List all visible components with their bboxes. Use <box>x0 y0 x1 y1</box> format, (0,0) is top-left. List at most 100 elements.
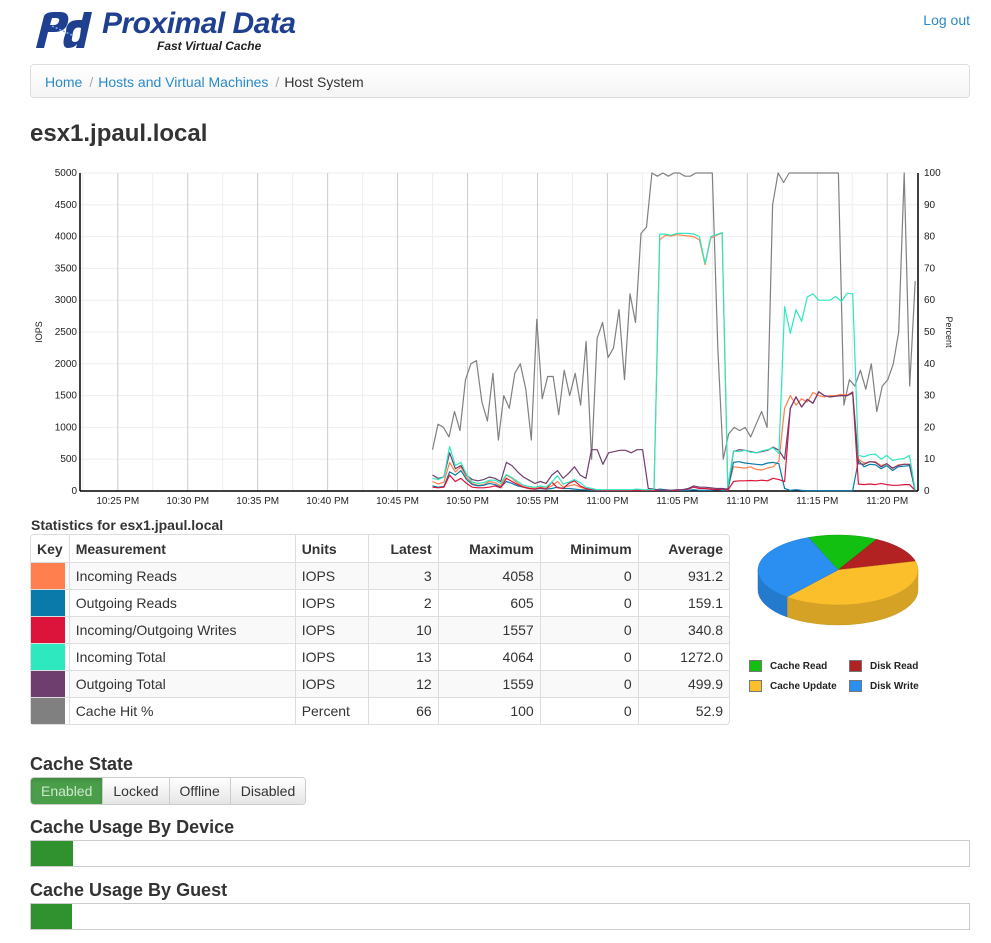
y-tick-label: 1000 <box>55 422 78 433</box>
breadcrumb-separator: / <box>89 74 94 90</box>
stats-row: Outgoing Reads IOPS 2 605 0 159.1 <box>31 589 729 616</box>
cell-average: 52.9 <box>637 697 729 724</box>
y-right-tick-label: 40 <box>924 359 936 370</box>
stats-row: Incoming Total IOPS 13 4064 0 1272.0 <box>31 643 729 670</box>
cache-state-disabled-button[interactable]: Disabled <box>229 778 306 804</box>
cell-average: 931.2 <box>637 562 729 589</box>
cache-usage-device-heading: Cache Usage By Device <box>30 817 235 837</box>
brand-tagline: Fast Virtual Cache <box>157 39 262 53</box>
cell-minimum: 0 <box>539 589 638 616</box>
y-right-tick-label: 50 <box>924 327 936 338</box>
stats-table: Key Measurement Units Latest Maximum Min… <box>30 534 730 725</box>
y-axis-label: IOPS <box>34 321 44 343</box>
breadcrumb-home[interactable]: Home <box>45 74 82 90</box>
x-tick-label: 10:45 PM <box>376 496 419 507</box>
legend-disk-write: Disk Write <box>849 680 919 692</box>
stats-row: Outgoing Total IOPS 12 1559 0 499.9 <box>31 670 729 697</box>
y-tick-label: 2500 <box>55 327 78 338</box>
breadcrumb-hosts[interactable]: Hosts and Virtual Machines <box>98 74 268 90</box>
series-line-cache-hit- <box>431 172 916 460</box>
cell-maximum: 4064 <box>437 643 540 670</box>
cache-state-enabled-button[interactable]: Enabled <box>31 778 103 804</box>
y-right-tick-label: 60 <box>924 295 936 306</box>
x-tick-label: 10:35 PM <box>236 496 279 507</box>
legend-swatch <box>849 660 862 672</box>
x-tick-label: 10:30 PM <box>166 496 209 507</box>
cell-measurement: Outgoing Reads <box>68 589 295 616</box>
x-tick-label: 11:15 PM <box>796 496 838 507</box>
col-average: Average <box>637 535 729 562</box>
cell-average: 159.1 <box>637 589 729 616</box>
logout-link[interactable]: Log out <box>923 12 970 28</box>
y-tick-label: 3000 <box>55 295 78 306</box>
pd-logo-icon <box>36 12 92 48</box>
x-tick-label: 11:20 PM <box>866 496 908 507</box>
legend-cache-read: Cache Read <box>749 660 827 672</box>
breadcrumb: Home / Hosts and Virtual Machines / Host Sys… <box>30 64 970 98</box>
key-swatch <box>31 617 65 643</box>
col-key: Key <box>37 540 63 557</box>
cell-units: IOPS <box>294 562 368 589</box>
x-tick-label: 10:25 PM <box>96 496 139 507</box>
cache-usage-guest-heading: Cache Usage By Guest <box>30 880 228 900</box>
y-right-tick-label: 10 <box>924 454 936 465</box>
cell-latest: 10 <box>367 616 438 643</box>
key-swatch-cell <box>31 562 69 589</box>
cell-minimum: 0 <box>539 697 638 724</box>
cell-maximum: 4058 <box>437 562 540 589</box>
legend-swatch <box>849 680 862 692</box>
x-tick-label: 10:50 PM <box>446 496 489 507</box>
cell-average: 340.8 <box>637 616 729 643</box>
key-swatch-cell <box>31 643 69 670</box>
cell-measurement: Incoming/Outgoing Writes <box>68 616 295 643</box>
key-swatch <box>31 590 65 616</box>
x-tick-label: 11:10 PM <box>726 496 768 507</box>
cell-measurement: Cache Hit % <box>68 697 295 724</box>
stats-header-row: Key Measurement Units Latest Maximum Min… <box>31 535 729 562</box>
series-line-outgoing-total <box>432 391 916 491</box>
cell-latest: 3 <box>367 562 438 589</box>
y-right-tick-label: 80 <box>924 232 936 243</box>
cache-state-offline-button[interactable]: Offline <box>168 778 230 804</box>
cache-state-locked-button[interactable]: Locked <box>102 778 169 804</box>
cell-maximum: 605 <box>437 589 540 616</box>
cache-usage-guest-bar <box>30 903 970 930</box>
stats-row: Cache Hit % Percent 66 100 0 52.9 <box>31 697 729 724</box>
cell-units: IOPS <box>294 589 368 616</box>
y-right-tick-label: 90 <box>924 200 936 211</box>
breadcrumb-separator: / <box>275 74 280 90</box>
page-title: esx1.jpaul.local <box>30 120 208 147</box>
legend-label: Cache Update <box>770 680 837 692</box>
y-right-tick-label: 20 <box>924 422 936 433</box>
cell-measurement: Outgoing Total <box>68 670 295 697</box>
cell-average: 1272.0 <box>637 643 729 670</box>
y-right-axis-label: Percent <box>944 316 954 348</box>
brand-name: Proximal Data <box>102 7 296 40</box>
key-swatch-cell <box>31 616 69 643</box>
col-latest: Latest <box>367 535 438 562</box>
iops-chart: 0500100015002000250030003500400045005000… <box>34 168 954 507</box>
legend-label: Disk Read <box>870 660 919 672</box>
cache-state-heading: Cache State <box>30 754 134 774</box>
x-tick-label: 11:05 PM <box>656 496 698 507</box>
legend-label: Disk Write <box>870 680 919 692</box>
y-right-tick-label: 30 <box>924 391 936 402</box>
legend-swatch <box>749 680 762 692</box>
key-swatch <box>31 644 65 670</box>
legend-swatch <box>749 660 762 672</box>
key-swatch <box>31 563 65 589</box>
cell-minimum: 0 <box>539 616 638 643</box>
y-right-tick-label: 70 <box>924 263 936 274</box>
col-units: Units <box>294 535 368 562</box>
legend-label: Cache Read <box>770 660 828 672</box>
io-pie-chart <box>757 534 919 626</box>
series-line-outgoing-reads <box>432 459 916 492</box>
cache-state-toggle: Enabled Locked Offline Disabled <box>30 777 307 805</box>
y-tick-label: 1500 <box>55 391 78 402</box>
series-line-incoming-outgoing-writes <box>432 391 916 491</box>
y-tick-label: 4000 <box>55 232 78 243</box>
y-tick-label: 2000 <box>55 359 78 370</box>
cell-minimum: 0 <box>539 562 638 589</box>
key-swatch <box>31 671 65 697</box>
key-swatch-cell <box>31 697 69 724</box>
